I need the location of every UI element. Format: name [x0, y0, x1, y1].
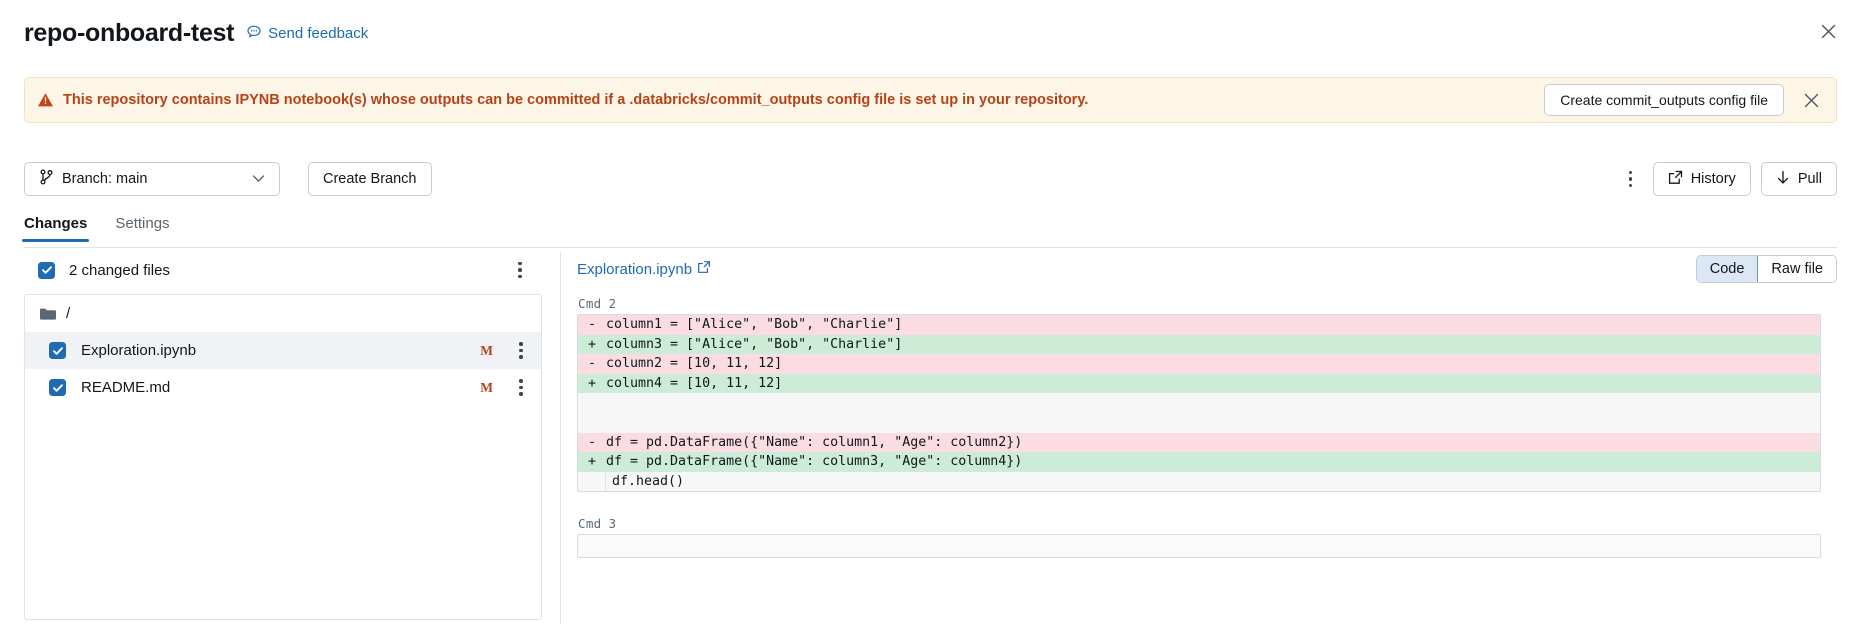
cmd-number-2: 2 — [608, 296, 616, 311]
tab-settings[interactable]: Settings — [115, 215, 169, 241]
toolbar-overflow-menu-icon[interactable] — [1619, 164, 1643, 194]
file-row-readme[interactable]: README.md M — [25, 369, 541, 406]
diff-line: - df = pd.DataFrame({"Name": column1, "A… — [578, 433, 1820, 453]
diff-file-name: Exploration.ipynb — [577, 261, 692, 278]
diff-line-blank — [578, 393, 1820, 413]
diff-line-text: column2 = [10, 11, 12] — [606, 356, 782, 371]
diff-line-sign: - — [578, 317, 606, 332]
git-branch-icon — [39, 169, 54, 189]
file-checkbox-readme[interactable] — [49, 379, 66, 396]
cmd-label-3: Cmd 3 — [578, 516, 1821, 531]
diff-line-sign: - — [578, 356, 606, 371]
diff-line-text: column4 = [10, 11, 12] — [606, 376, 782, 391]
file-overflow-menu-icon-exploration[interactable] — [509, 336, 533, 366]
ipynb-warning-banner: This repository contains IPYNB notebook(… — [24, 77, 1837, 123]
file-checkbox-exploration[interactable] — [49, 342, 66, 359]
branch-selector[interactable]: Branch: main — [24, 162, 280, 196]
cmd-word-3: Cmd — [578, 516, 601, 531]
changed-files-label: 2 changed files — [69, 262, 170, 279]
send-feedback-link[interactable]: Send feedback — [246, 24, 368, 44]
chevron-down-icon — [252, 171, 265, 187]
view-mode-toggle: Code Raw file — [1696, 255, 1837, 283]
tab-bar: Changes Settings — [24, 215, 1837, 248]
diff-line-text: df = pd.DataFrame({"Name": column3, "Age… — [606, 454, 1022, 469]
diff-line-blank — [578, 413, 1820, 433]
pull-label: Pull — [1798, 171, 1822, 187]
create-commit-outputs-config-button[interactable]: Create commit_outputs config file — [1544, 84, 1784, 116]
create-branch-button[interactable]: Create Branch — [308, 162, 432, 196]
toolbar-right-group: History Pull — [1619, 162, 1837, 196]
dialog-header: repo-onboard-test Send feedback — [0, 0, 1861, 62]
send-feedback-label: Send feedback — [268, 25, 368, 42]
diff-lines-cmd3 — [577, 534, 1821, 558]
diff-viewer-panel: Exploration.ipynb Code Raw file — [560, 252, 1837, 624]
diff-line: + column4 = [10, 11, 12] — [578, 374, 1820, 394]
external-link-icon — [697, 260, 711, 278]
diff-file-link[interactable]: Exploration.ipynb — [577, 260, 711, 278]
changed-files-overflow-menu-icon[interactable] — [508, 255, 532, 285]
pull-button[interactable]: Pull — [1761, 162, 1837, 196]
diff-line-text: df.head() — [606, 474, 684, 489]
content-panels: 2 changed files / E — [24, 252, 1837, 624]
diff-line-text: column1 = ["Alice", "Bob", "Charlie"] — [606, 317, 902, 332]
repos-dialog: repo-onboard-test Send feedback — [0, 0, 1861, 624]
diff-line: df.head() — [578, 472, 1820, 492]
history-label: History — [1691, 171, 1736, 187]
file-overflow-menu-icon-readme[interactable] — [509, 373, 533, 403]
file-tree: / Exploration.ipynb M README.md — [24, 294, 542, 620]
diff-line-sign: - — [578, 435, 606, 450]
file-name-readme: README.md — [81, 379, 170, 396]
changed-files-panel: 2 changed files / E — [24, 252, 542, 624]
diff-line: + df = pd.DataFrame({"Name": column3, "A… — [578, 452, 1820, 472]
branch-toolbar: Branch: main Create Branch History — [24, 162, 1837, 196]
diff-header: Exploration.ipynb Code Raw file — [577, 252, 1837, 286]
view-mode-code[interactable]: Code — [1697, 256, 1759, 282]
view-mode-raw-file[interactable]: Raw file — [1758, 256, 1836, 282]
cmd-word-2: Cmd — [578, 296, 601, 311]
diff-line-sign: + — [578, 376, 606, 391]
file-name-exploration: Exploration.ipynb — [81, 342, 196, 359]
file-row-exploration[interactable]: Exploration.ipynb M — [25, 332, 541, 369]
page-title: repo-onboard-test — [24, 21, 234, 46]
diff-cell-cmd2: Cmd 2 - column1 = ["Alice", "Bob", "Charl… — [577, 296, 1821, 492]
title-row: repo-onboard-test Send feedback — [24, 21, 368, 46]
history-button[interactable]: History — [1653, 162, 1751, 196]
comment-icon — [246, 24, 262, 44]
banner-close-icon[interactable] — [1796, 85, 1826, 115]
diff-lines-cmd2: - column1 = ["Alice", "Bob", "Charlie"] … — [577, 314, 1821, 492]
external-link-icon — [1668, 170, 1683, 189]
diff-line-text: column3 = ["Alice", "Bob", "Charlie"] — [606, 337, 902, 352]
diff-content: Cmd 2 - column1 = ["Alice", "Bob", "Charl… — [577, 296, 1821, 624]
diff-line: + column3 = ["Alice", "Bob", "Charlie"] — [578, 335, 1820, 355]
file-status-badge-readme: M — [480, 380, 493, 396]
diff-line: - column2 = [10, 11, 12] — [578, 354, 1820, 374]
diff-line-sign — [578, 472, 606, 492]
tab-changes[interactable]: Changes — [24, 215, 87, 241]
diff-cell-gap — [577, 506, 1821, 516]
cmd-number-3: 3 — [608, 516, 616, 531]
file-tree-folder-row[interactable]: / — [25, 295, 541, 332]
diff-line: - column1 = ["Alice", "Bob", "Charlie"] — [578, 315, 1820, 335]
arrow-down-icon — [1776, 170, 1790, 189]
file-status-badge-exploration: M — [480, 343, 493, 359]
cmd-label-2: Cmd 2 — [578, 296, 1821, 311]
diff-line-text: df = pd.DataFrame({"Name": column1, "Age… — [606, 435, 1022, 450]
changed-files-header: 2 changed files — [24, 252, 542, 288]
diff-cell-cmd3: Cmd 3 — [577, 516, 1821, 558]
warning-triangle-icon — [36, 91, 54, 109]
diff-line-sign: + — [578, 454, 606, 469]
branch-selector-label: Branch: main — [62, 171, 147, 187]
folder-root-label: / — [66, 305, 70, 322]
select-all-files-checkbox[interactable] — [38, 262, 55, 279]
warning-message: This repository contains IPYNB notebook(… — [63, 92, 1088, 108]
diff-line-sign: + — [578, 337, 606, 352]
close-icon[interactable] — [1814, 17, 1842, 45]
folder-icon — [39, 307, 57, 321]
